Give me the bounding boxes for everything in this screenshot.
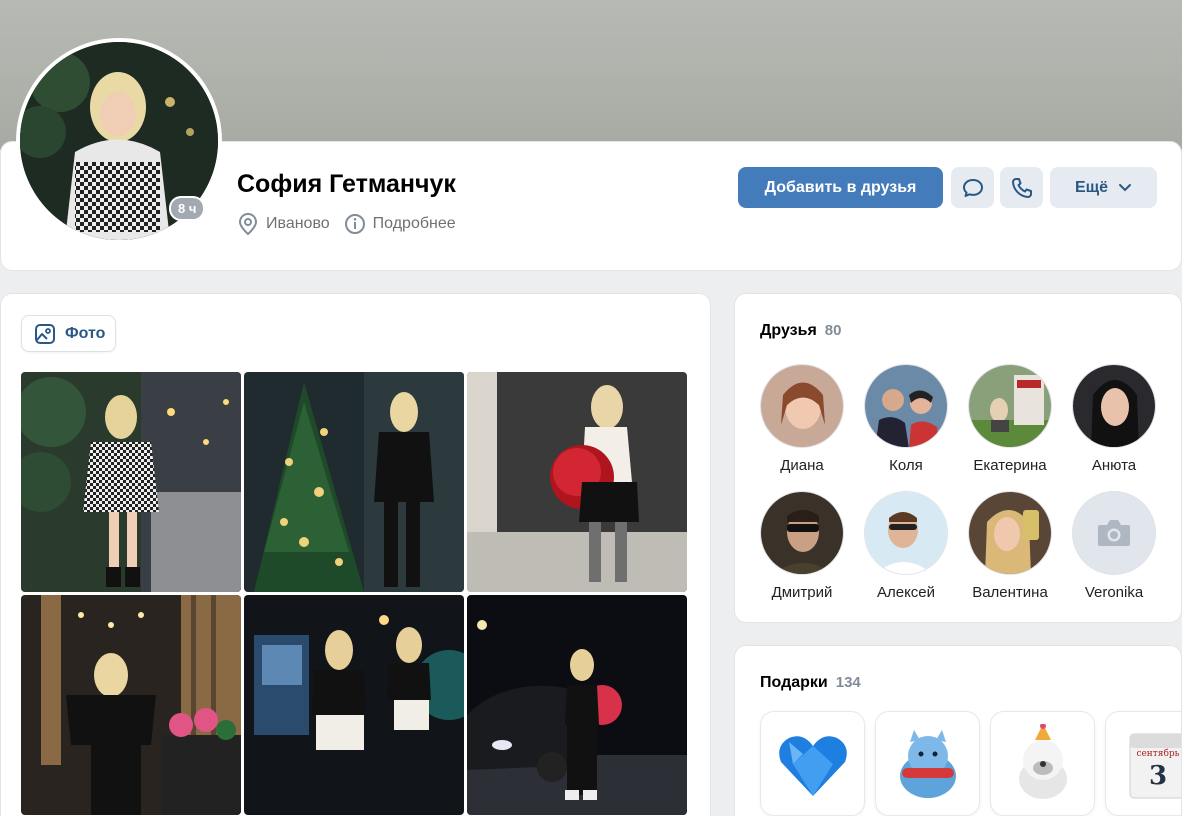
friend-item[interactable]: Алексей — [864, 491, 948, 601]
photo-thumbnail[interactable] — [21, 595, 241, 815]
friend-item[interactable]: Валентина — [968, 491, 1052, 601]
photos-tab[interactable]: Фото — [21, 315, 117, 352]
gifts-title: Подарки — [760, 674, 828, 691]
gift-item[interactable] — [875, 711, 980, 816]
friend-name: Дмитрий — [771, 584, 833, 601]
friend-item[interactable]: Дмитрий — [760, 491, 844, 601]
photo-thumbnail[interactable] — [244, 595, 464, 815]
friend-name: Коля — [889, 457, 923, 474]
avatar — [968, 491, 1052, 575]
call-button[interactable] — [1000, 167, 1043, 208]
avatar — [760, 364, 844, 448]
city-link[interactable]: Иваново — [237, 212, 330, 236]
add-friend-button[interactable]: Добавить в друзья — [738, 167, 943, 208]
friend-item[interactable]: Екатерина — [968, 364, 1052, 474]
chat-bubble-icon — [962, 178, 983, 197]
more-button[interactable]: Ещё — [1050, 167, 1157, 208]
friend-name: Анюта — [1091, 457, 1137, 474]
details-label: Подробнее — [372, 215, 456, 232]
photo-grid — [21, 372, 687, 815]
gifts-section: Подарки 134 сентябрь 3 — [734, 645, 1182, 816]
image-icon — [35, 323, 55, 344]
gift-item[interactable] — [990, 711, 1095, 816]
friends-list: Диана Коля Екатерина Анюта Дмитрий Алекс… — [760, 364, 1160, 601]
city-label: Иваново — [266, 215, 330, 232]
gifts-header[interactable]: Подарки 134 — [760, 674, 861, 692]
blue-cat-gift-icon — [899, 729, 956, 798]
profile-name: София Гетманчук — [237, 170, 456, 198]
chevron-down-icon — [1119, 183, 1132, 191]
details-link[interactable]: Подробнее — [344, 213, 456, 235]
gift-item[interactable] — [760, 711, 865, 816]
gifts-list: сентябрь 3 — [760, 711, 1181, 816]
friends-header[interactable]: Друзья 80 — [760, 322, 841, 340]
avatar — [1072, 491, 1156, 575]
online-time: 8 ч — [171, 198, 204, 219]
avatar — [864, 491, 948, 575]
friend-name: Екатерина — [973, 457, 1047, 474]
friend-item[interactable]: Veronika — [1072, 491, 1156, 601]
photo-thumbnail[interactable] — [244, 372, 464, 592]
photo-thumbnail[interactable] — [467, 372, 687, 592]
photo-thumbnail[interactable] — [467, 595, 687, 815]
dog-party-gift-icon — [1018, 723, 1067, 799]
camera-icon — [1098, 520, 1130, 546]
photos-section: Фото — [0, 293, 711, 816]
photos-tab-label: Фото — [65, 324, 106, 342]
online-status-badge: 8 ч — [169, 196, 206, 221]
photo-thumbnail[interactable] — [21, 372, 241, 592]
message-button[interactable] — [951, 167, 994, 208]
gifts-count: 134 — [835, 674, 861, 691]
avatar — [968, 364, 1052, 448]
avatar — [1072, 364, 1156, 448]
calendar-gift-icon: сентябрь 3 — [1129, 733, 1181, 798]
friends-count: 80 — [824, 322, 842, 339]
avatar — [864, 364, 948, 448]
friend-name: Валентина — [972, 584, 1048, 601]
friend-item[interactable]: Диана — [760, 364, 844, 474]
phone-icon — [1011, 177, 1032, 198]
gift-item[interactable]: сентябрь 3 — [1105, 711, 1181, 816]
friend-item[interactable]: Анюта — [1072, 364, 1156, 474]
location-pin-icon — [238, 212, 258, 236]
calendar-day: 3 — [1148, 761, 1166, 791]
more-label: Ещё — [1074, 178, 1109, 196]
friend-name: Veronika — [1084, 584, 1144, 601]
profile-meta: Иваново Подробнее — [237, 212, 456, 236]
friend-name: Алексей — [876, 584, 936, 601]
friend-name: Диана — [780, 457, 824, 474]
friends-section: Друзья 80 Диана Коля Екатерина Анюта Дми… — [734, 293, 1182, 623]
heart-gift-icon — [778, 735, 847, 796]
avatar — [760, 491, 844, 575]
friends-title: Друзья — [760, 322, 817, 339]
info-icon — [344, 214, 365, 234]
calendar-month: сентябрь — [1136, 748, 1179, 759]
friend-item[interactable]: Коля — [864, 364, 948, 474]
